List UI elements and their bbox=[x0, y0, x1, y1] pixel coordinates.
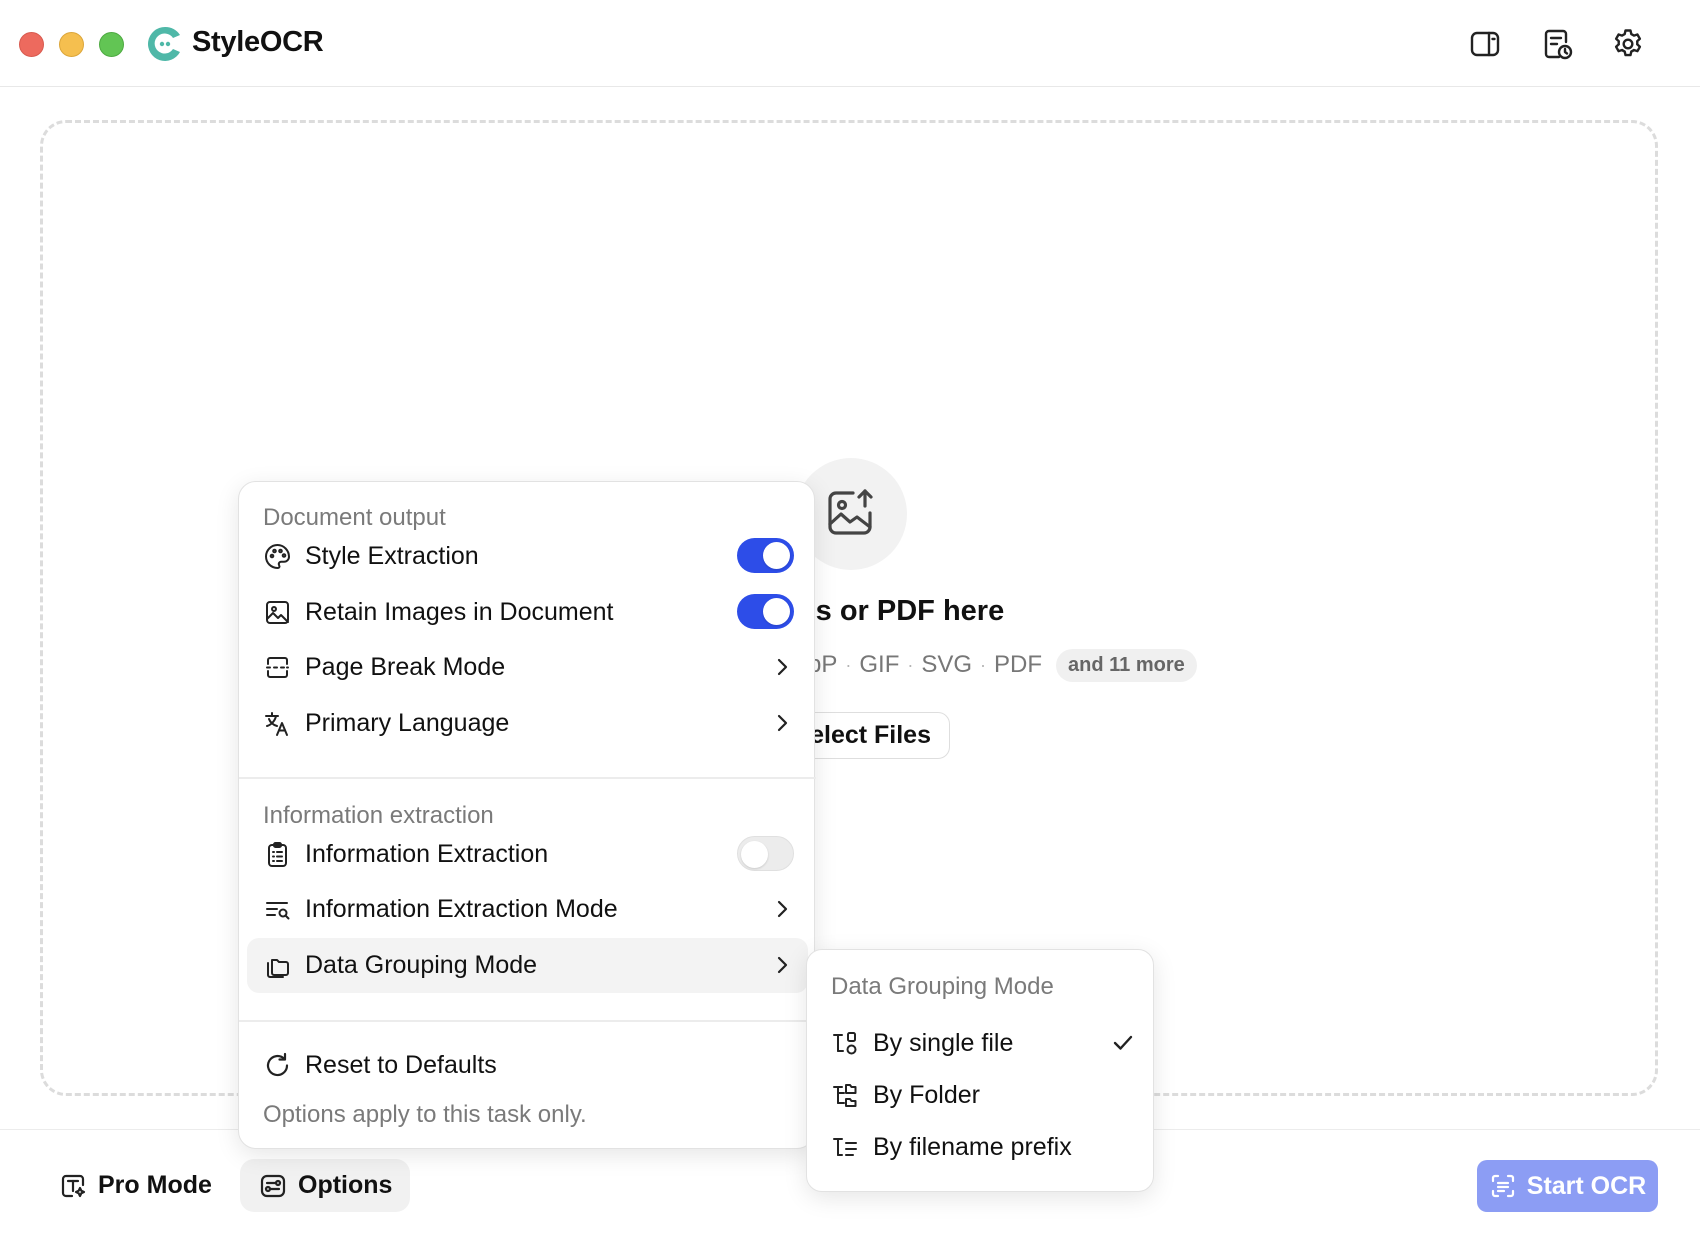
submenu-title: Data Grouping Mode bbox=[831, 973, 1054, 1000]
format-separator: · bbox=[980, 654, 987, 675]
menu-item-reset-defaults[interactable]: Reset to Defaults bbox=[247, 1038, 808, 1093]
retain-images-toggle[interactable] bbox=[737, 594, 794, 629]
format-separator: · bbox=[907, 654, 914, 675]
section-document-output: Document output bbox=[263, 504, 446, 531]
folders-icon bbox=[263, 951, 292, 980]
format-label: GIF bbox=[859, 651, 900, 678]
start-ocr-label: Start OCR bbox=[1526, 1171, 1647, 1200]
gear-icon[interactable] bbox=[1610, 26, 1646, 62]
single-file-tree-icon bbox=[831, 1029, 860, 1058]
translate-icon bbox=[263, 709, 292, 738]
primary-language-label: Primary Language bbox=[305, 709, 510, 737]
chevron-right-icon bbox=[771, 712, 793, 734]
maximize-window-button[interactable] bbox=[99, 32, 124, 57]
chevron-right-icon bbox=[771, 898, 793, 920]
options-label: Options bbox=[298, 1171, 393, 1199]
filename-prefix-label: By filename prefix bbox=[873, 1133, 1072, 1161]
pro-mode-button[interactable]: Pro Mode bbox=[40, 1159, 230, 1212]
menu-divider bbox=[239, 777, 816, 779]
minimize-window-button[interactable] bbox=[59, 32, 84, 57]
document-history-icon[interactable] bbox=[1539, 26, 1575, 62]
folder-label: By Folder bbox=[873, 1081, 980, 1109]
menu-item-retain-images[interactable]: Retain Images in Document bbox=[247, 585, 808, 640]
style-extraction-label: Style Extraction bbox=[305, 542, 479, 570]
folder-tree-icon bbox=[831, 1081, 860, 1110]
text-search-icon bbox=[263, 895, 292, 924]
grouping-option-filename-prefix[interactable]: By filename prefix bbox=[815, 1120, 1147, 1175]
sidebar-toggle-icon[interactable] bbox=[1467, 26, 1503, 62]
format-label: PDF bbox=[994, 651, 1043, 678]
reset-icon bbox=[263, 1051, 292, 1080]
clipboard-list-icon bbox=[263, 840, 292, 869]
page-break-mode-label: Page Break Mode bbox=[305, 653, 506, 681]
section-information-extraction: Information extraction bbox=[263, 802, 494, 829]
chevron-right-icon bbox=[771, 656, 793, 678]
close-window-button[interactable] bbox=[19, 32, 44, 57]
more-formats-badge: and 11 more bbox=[1056, 648, 1197, 682]
options-button[interactable]: Options bbox=[240, 1159, 411, 1212]
format-label: SVG bbox=[921, 651, 973, 678]
menu-item-page-break-mode[interactable]: Page Break Mode bbox=[247, 640, 808, 695]
checkmark-icon bbox=[1111, 1031, 1135, 1055]
menu-item-information-extraction-mode[interactable]: Information Extraction Mode bbox=[247, 882, 808, 937]
retain-images-label: Retain Images in Document bbox=[305, 598, 614, 626]
pro-mode-label: Pro Mode bbox=[98, 1171, 212, 1199]
image-icon bbox=[263, 598, 292, 627]
pro-mode-icon bbox=[61, 1174, 86, 1197]
app-logo-icon bbox=[145, 24, 185, 64]
information-extraction-label: Information Extraction bbox=[305, 840, 549, 868]
single-file-label: By single file bbox=[873, 1029, 1014, 1057]
data-grouping-mode-label: Data Grouping Mode bbox=[305, 951, 538, 979]
menu-item-information-extraction[interactable]: Information Extraction bbox=[247, 827, 808, 882]
format-separator: · bbox=[845, 654, 852, 675]
app-title: StyleOCR bbox=[192, 26, 324, 58]
menu-item-style-extraction[interactable]: Style Extraction bbox=[247, 529, 808, 584]
options-footnote: Options apply to this task only. bbox=[263, 1101, 587, 1128]
prefix-list-icon bbox=[831, 1133, 860, 1162]
reset-defaults-label: Reset to Defaults bbox=[305, 1051, 497, 1079]
menu-divider bbox=[239, 1020, 816, 1022]
information-extraction-toggle[interactable] bbox=[737, 836, 794, 871]
scan-icon bbox=[1491, 1174, 1514, 1198]
menu-item-primary-language[interactable]: Primary Language bbox=[247, 696, 808, 751]
palette-icon bbox=[263, 542, 292, 571]
page-break-icon bbox=[263, 653, 292, 682]
information-extraction-mode-label: Information Extraction Mode bbox=[305, 895, 618, 923]
grouping-option-folder[interactable]: By Folder bbox=[815, 1068, 1147, 1123]
title-bar: StyleOCR bbox=[0, 0, 1700, 87]
grouping-option-single-file[interactable]: By single file bbox=[815, 1016, 1147, 1071]
menu-item-data-grouping-mode[interactable]: Data Grouping Mode bbox=[247, 938, 808, 993]
options-menu: Document output Style Extraction Retain … bbox=[238, 481, 816, 1149]
data-grouping-submenu: Data Grouping Mode By single file By Fol… bbox=[806, 949, 1154, 1192]
options-sliders-icon bbox=[260, 1174, 286, 1197]
style-extraction-toggle[interactable] bbox=[737, 538, 794, 573]
chevron-right-icon bbox=[771, 954, 793, 976]
start-ocr-button[interactable]: Start OCR bbox=[1477, 1160, 1658, 1212]
